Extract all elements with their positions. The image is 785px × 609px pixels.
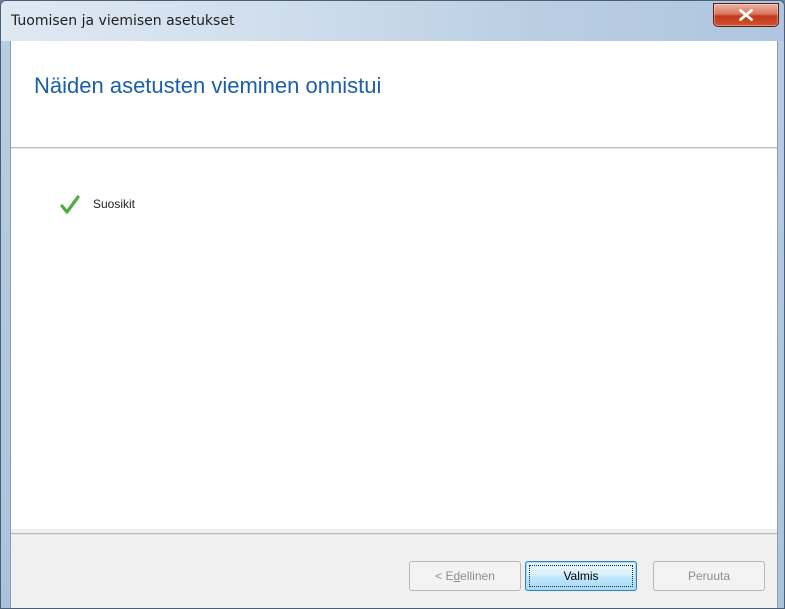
title-bar[interactable]: Tuomisen ja viemisen asetukset [1,1,784,41]
close-icon [739,9,753,21]
dialog-window: Tuomisen ja viemisen asetukset Näiden as… [0,0,785,609]
results-panel: Suosikit [11,149,777,529]
close-button[interactable] [713,3,779,27]
back-button[interactable]: < Edellinen [409,561,521,591]
dialog-client-area: Näiden asetusten vieminen onnistui Suosi… [10,41,778,608]
header-panel: Näiden asetusten vieminen onnistui [11,41,777,149]
result-label: Suosikit [93,197,136,211]
finish-button[interactable]: Valmis [525,561,637,591]
back-button-label-prefix: < E [435,569,454,583]
cancel-button[interactable]: Peruuta [653,561,765,591]
finish-button-label: Valmis [563,569,599,583]
window-title: Tuomisen ja viemisen asetukset [11,13,235,29]
footer-divider [11,533,777,535]
page-title: Näiden asetusten vieminen onnistui [34,73,382,98]
check-icon [60,195,80,214]
back-button-label-suffix: ellinen [460,569,495,583]
cancel-button-label: Peruuta [687,569,731,583]
